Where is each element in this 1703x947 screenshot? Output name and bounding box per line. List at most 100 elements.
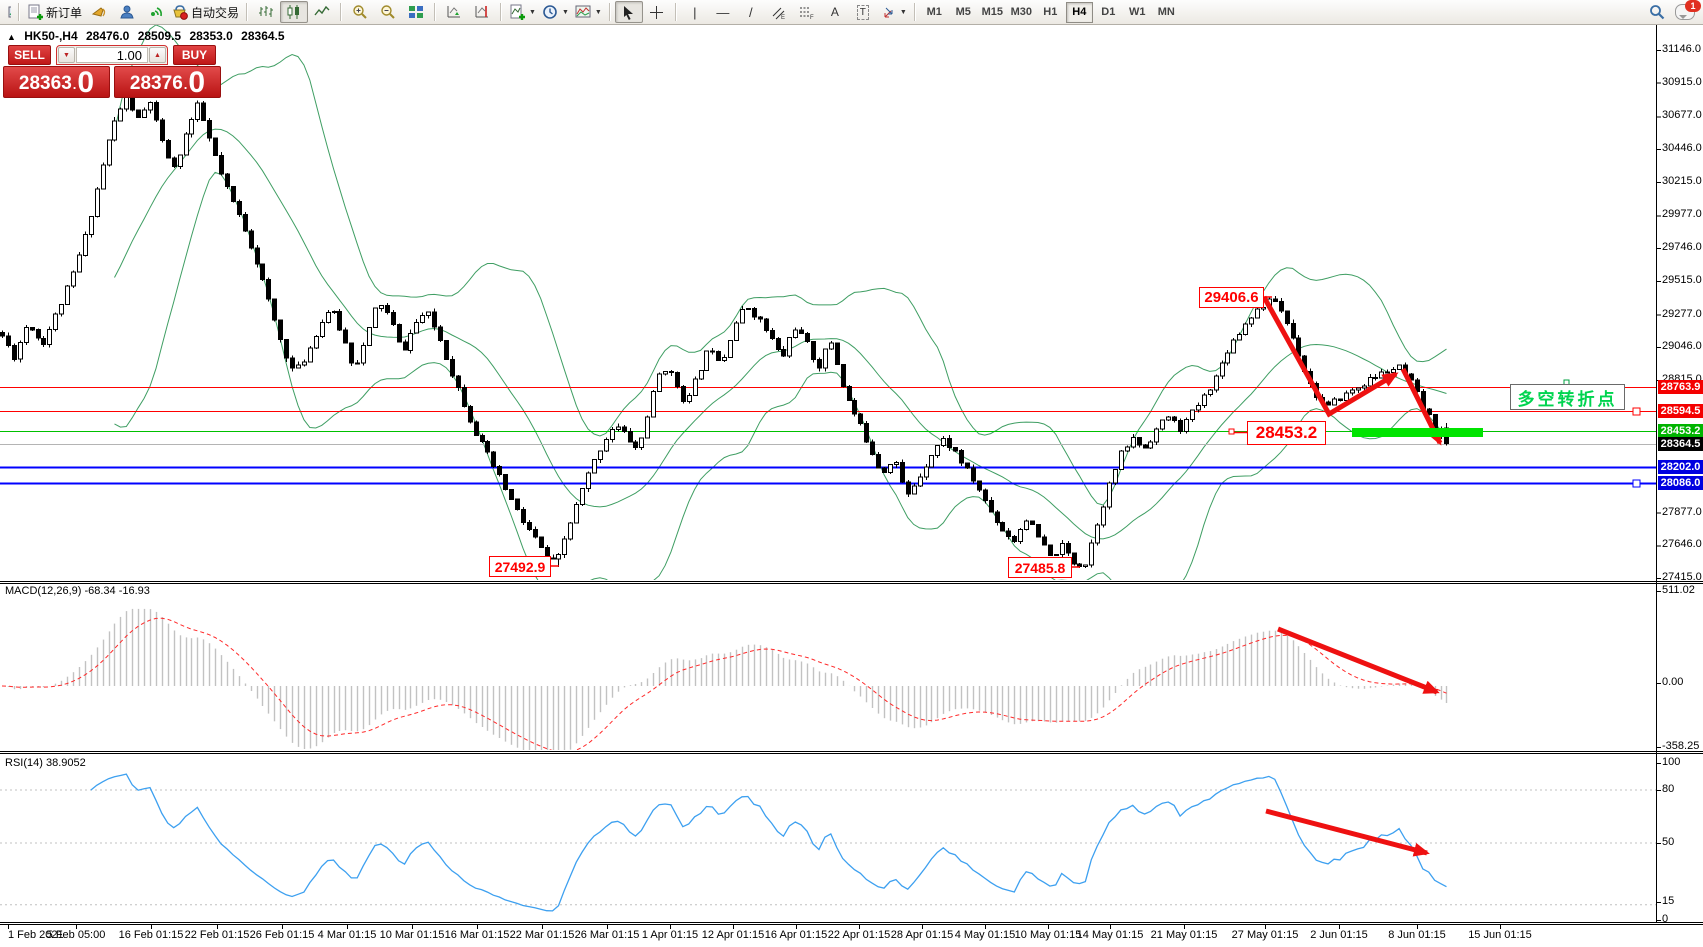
price-tick-label: 30677.0 xyxy=(1662,109,1702,122)
trendline-icon: / xyxy=(749,4,753,20)
time-axis-label: 10 May 01:15 xyxy=(1014,929,1082,941)
clipped-icon[interactable] xyxy=(0,1,14,23)
rsi-label: RSI(14) 38.9052 xyxy=(5,757,86,769)
vertical-line-button[interactable]: | xyxy=(681,1,709,23)
text-label-button[interactable]: T xyxy=(849,1,877,23)
periods-button[interactable]: ▼ xyxy=(539,1,572,23)
level-handle[interactable] xyxy=(1632,479,1641,488)
price-annotation-box[interactable]: 29406.6 xyxy=(1199,287,1264,308)
indicators-button[interactable]: ▼ xyxy=(506,1,539,23)
chevron-down-icon: ▼ xyxy=(561,8,569,16)
timeframe-button-m30[interactable]: M30 xyxy=(1008,2,1035,23)
volume-stepper: ▼ 1.00 ▲ xyxy=(56,45,168,65)
panel-expander[interactable]: ▲ xyxy=(7,32,16,42)
level-handle[interactable] xyxy=(1632,407,1641,416)
auto-scroll-button[interactable] xyxy=(440,1,468,23)
buy-price-button[interactable]: 28376 . 0 xyxy=(114,66,221,98)
crosshair-button[interactable] xyxy=(643,1,671,23)
toolbar-group-zoom xyxy=(346,0,430,24)
time-axis-label: 5 Feb 05:00 xyxy=(46,929,106,941)
symbol-period-label: HK50-,H4 xyxy=(24,29,78,43)
cursor-button[interactable] xyxy=(614,1,643,23)
price-tick-label: 27646.0 xyxy=(1662,538,1702,551)
volume-input[interactable]: 1.00 xyxy=(76,47,148,63)
price-annotation-box[interactable]: 28453.2 xyxy=(1247,421,1326,445)
price-tick-label: 30915.0 xyxy=(1662,75,1702,88)
chevron-down-icon: ▼ xyxy=(899,8,907,16)
channel-button[interactable]: E xyxy=(765,1,793,23)
timeframe-button-m15[interactable]: M15 xyxy=(979,2,1006,23)
chart-shift-icon xyxy=(475,6,489,18)
horizontal-level-lines[interactable] xyxy=(0,387,1656,488)
timeframe-button-w1[interactable]: W1 xyxy=(1124,2,1151,23)
sell-button[interactable]: SELL xyxy=(8,45,51,65)
auto-trading-button[interactable]: 自动交易 xyxy=(169,1,242,23)
volume-decrease-button[interactable]: ▼ xyxy=(58,47,75,63)
arrows-tool-button[interactable]: ▼ xyxy=(877,1,910,23)
mt4-window: 新订单 自动交易 ▼ ▼ ▼ | — / E F A T ▼ M1 M5 M15… xyxy=(0,0,1703,947)
trend-arrow[interactable] xyxy=(1277,626,1440,695)
bar-chart-button[interactable] xyxy=(252,1,280,23)
price-tick-label: 29277.0 xyxy=(1662,307,1702,320)
horizontal-line-button[interactable]: — xyxy=(709,1,737,23)
line-chart-button[interactable] xyxy=(308,1,336,23)
bar-chart-icon xyxy=(259,6,274,17)
tile-windows-icon xyxy=(409,6,424,18)
zoom-out-button[interactable] xyxy=(374,1,402,23)
chat-badge: 1 xyxy=(1685,0,1701,12)
time-axis-label: 28 Apr 01:15 xyxy=(890,929,954,941)
time-axis-label: 26 Mar 01:15 xyxy=(574,929,640,941)
fibonacci-button[interactable]: F xyxy=(793,1,821,23)
trend-arrow[interactable] xyxy=(1261,295,1399,418)
text-button[interactable]: A xyxy=(821,1,849,23)
turning-point-note[interactable]: 多空转折点 xyxy=(1510,384,1625,410)
templates-button[interactable]: ▼ xyxy=(572,1,605,23)
time-axis-label: 4 Mar 01:15 xyxy=(317,929,377,941)
time-axis-label: 22 Apr 01:15 xyxy=(827,929,891,941)
candlestick-chart-button[interactable] xyxy=(280,1,309,23)
timeframe-button-m5[interactable]: M5 xyxy=(950,2,977,23)
tile-windows-button[interactable] xyxy=(402,1,430,23)
signals-button[interactable] xyxy=(141,1,169,23)
time-axis-label: 21 May 01:15 xyxy=(1150,929,1218,941)
chart-shift-button[interactable] xyxy=(468,1,496,23)
timeframe-button-d1[interactable]: D1 xyxy=(1095,2,1122,23)
add-indicator-icon xyxy=(510,4,526,20)
timeframe-button-m1[interactable]: M1 xyxy=(921,2,948,23)
support-highlight-bar[interactable] xyxy=(1352,428,1483,437)
price-annotation-box[interactable]: 27485.8 xyxy=(1008,557,1072,578)
rsi-tick-label: 0 xyxy=(1662,913,1669,925)
buy-button[interactable]: BUY xyxy=(173,45,216,65)
axis-ticks xyxy=(8,50,1661,929)
zoom-in-button[interactable] xyxy=(346,1,374,23)
price-tick-label: 29977.0 xyxy=(1662,208,1702,221)
price-tick-label: 27877.0 xyxy=(1662,505,1702,518)
rsi-tick-label: 50 xyxy=(1662,836,1675,848)
timeframe-button-mn[interactable]: MN xyxy=(1153,2,1180,23)
separator xyxy=(246,3,249,21)
zoom-out-icon xyxy=(381,5,395,19)
chart-canvas[interactable] xyxy=(0,0,1703,947)
timeframe-button-h4[interactable]: H4 xyxy=(1065,1,1093,23)
price-level-label: 28594.5 xyxy=(1658,404,1703,419)
separator xyxy=(434,3,437,21)
sound-button[interactable] xyxy=(85,1,113,23)
time-axis-label: 8 Jun 01:15 xyxy=(1388,929,1446,941)
community-button[interactable] xyxy=(113,1,141,23)
panel-borders xyxy=(0,24,1703,925)
sell-price-button[interactable]: 28363 . 0 xyxy=(3,66,110,98)
new-order-icon xyxy=(28,4,43,20)
trendline-button[interactable]: / xyxy=(737,1,765,23)
chat-button[interactable]: 1 xyxy=(1675,0,1701,20)
volume-increase-button[interactable]: ▲ xyxy=(149,47,166,63)
time-axis-label: 15 Jun 01:15 xyxy=(1468,929,1532,941)
search-icon[interactable] xyxy=(1649,4,1665,20)
cursor-icon xyxy=(624,5,634,20)
new-order-button[interactable]: 新订单 xyxy=(24,1,85,23)
price-annotation-box[interactable]: 27492.9 xyxy=(489,556,551,577)
trend-arrow[interactable] xyxy=(1265,808,1430,857)
text-icon: A xyxy=(830,4,839,19)
timeframe-button-h1[interactable]: H1 xyxy=(1037,2,1064,23)
price-tick-label: 30215.0 xyxy=(1662,174,1702,187)
horizontal-line-icon: — xyxy=(716,4,730,20)
